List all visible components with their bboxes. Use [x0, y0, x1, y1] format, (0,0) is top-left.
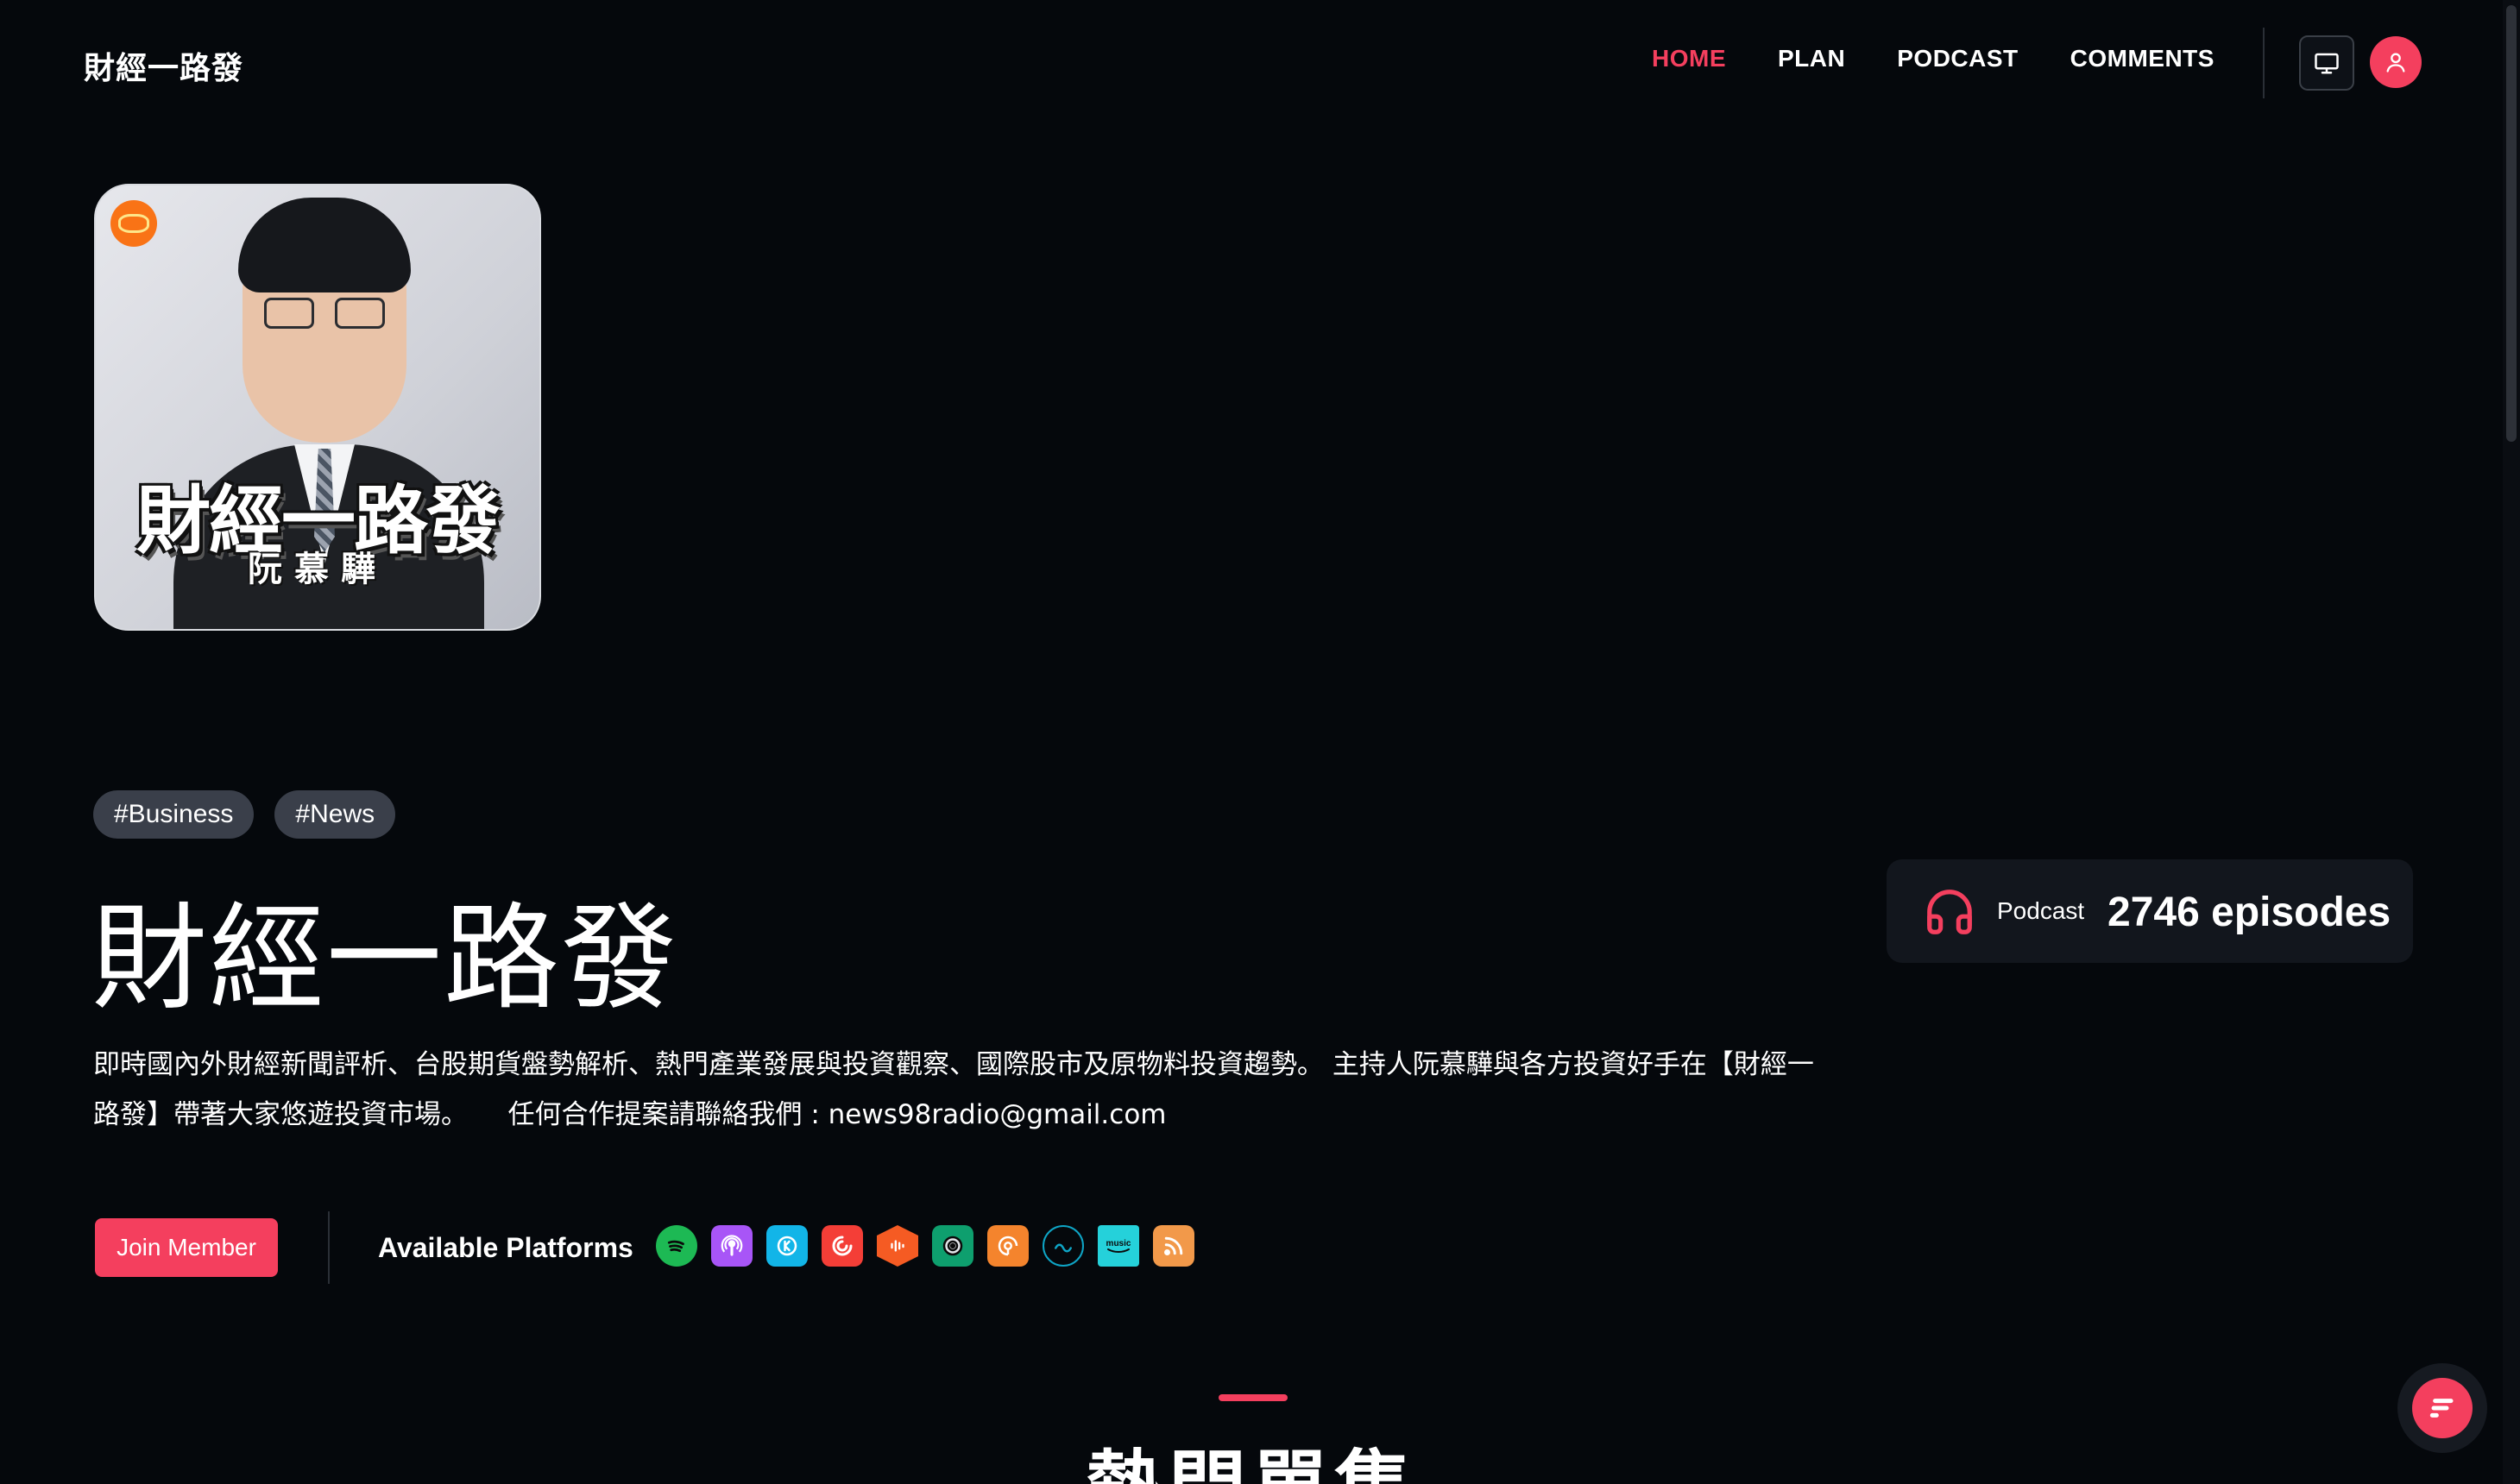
glasses	[264, 298, 385, 332]
podcast-title: 財經一路發	[91, 891, 679, 1026]
stats-label: Podcast	[1997, 897, 2085, 924]
nav-home[interactable]: HOME	[1652, 45, 1726, 72]
headphones-icon	[1927, 890, 1972, 934]
monitor-icon	[2315, 53, 2339, 74]
tag-list: #Business #News	[93, 790, 416, 839]
episode-count: 2746 episodes	[2107, 890, 2391, 935]
action-divider	[328, 1211, 330, 1284]
podcast-cover-image: 財經一路發 阮慕驊	[94, 184, 541, 631]
castro-icon[interactable]	[1043, 1225, 1084, 1267]
episode-count-card: Podcast 2746 episodes	[1887, 859, 2413, 963]
scrollbar-thumb[interactable]	[2506, 5, 2517, 442]
user-icon	[2386, 53, 2405, 72]
kkbox-icon[interactable]	[766, 1225, 808, 1267]
site-logo[interactable]: 財經一路發	[84, 43, 243, 88]
nav-plan[interactable]: PLAN	[1778, 45, 1845, 72]
podcast-addict-icon[interactable]	[987, 1225, 1029, 1267]
floating-app-button[interactable]	[2397, 1363, 2487, 1453]
tag-news[interactable]: #News	[274, 790, 396, 839]
platform-icons: music	[656, 1225, 1208, 1267]
channel-logo-icon	[110, 200, 157, 247]
available-platforms-label: Available Platforms	[378, 1232, 633, 1263]
spotify-icon[interactable]	[656, 1225, 697, 1267]
main-nav: HOME PLAN PODCAST COMMENTS	[1652, 45, 2214, 72]
tag-business[interactable]: #Business	[93, 790, 255, 839]
user-account-button[interactable]	[2370, 36, 2422, 88]
overcast-icon[interactable]	[932, 1225, 973, 1267]
display-mode-button[interactable]	[2299, 35, 2354, 91]
svg-text:music: music	[1106, 1239, 1131, 1248]
section-accent-bar	[1219, 1394, 1288, 1401]
amazon-music-icon[interactable]: music	[1098, 1225, 1139, 1267]
podcast-description: 即時國內外財經新聞評析、台股期貨盤勢解析、熱門產業發展與投資觀察、國際股市及原物…	[93, 1049, 1814, 1130]
brand-logo-icon	[2429, 1399, 2454, 1418]
cover-host-name: 阮慕驊	[248, 550, 387, 589]
pocket-casts-icon[interactable]	[822, 1225, 863, 1267]
nav-comments[interactable]: COMMENTS	[2070, 45, 2214, 72]
castbox-icon[interactable]	[877, 1225, 918, 1267]
apple-podcasts-icon[interactable]	[711, 1225, 753, 1267]
section-title: 熱門單集	[0, 1424, 2503, 1484]
page: 財經一路發 HOME PLAN PODCAST COMMENTS 財經一路發 阮…	[0, 0, 2520, 1484]
nav-divider	[2263, 28, 2265, 98]
join-member-button[interactable]: Join Member	[95, 1218, 278, 1277]
nav-podcast[interactable]: PODCAST	[1897, 45, 2018, 72]
rss-icon[interactable]	[1153, 1225, 1194, 1267]
scrollbar-track[interactable]	[2503, 0, 2520, 1484]
